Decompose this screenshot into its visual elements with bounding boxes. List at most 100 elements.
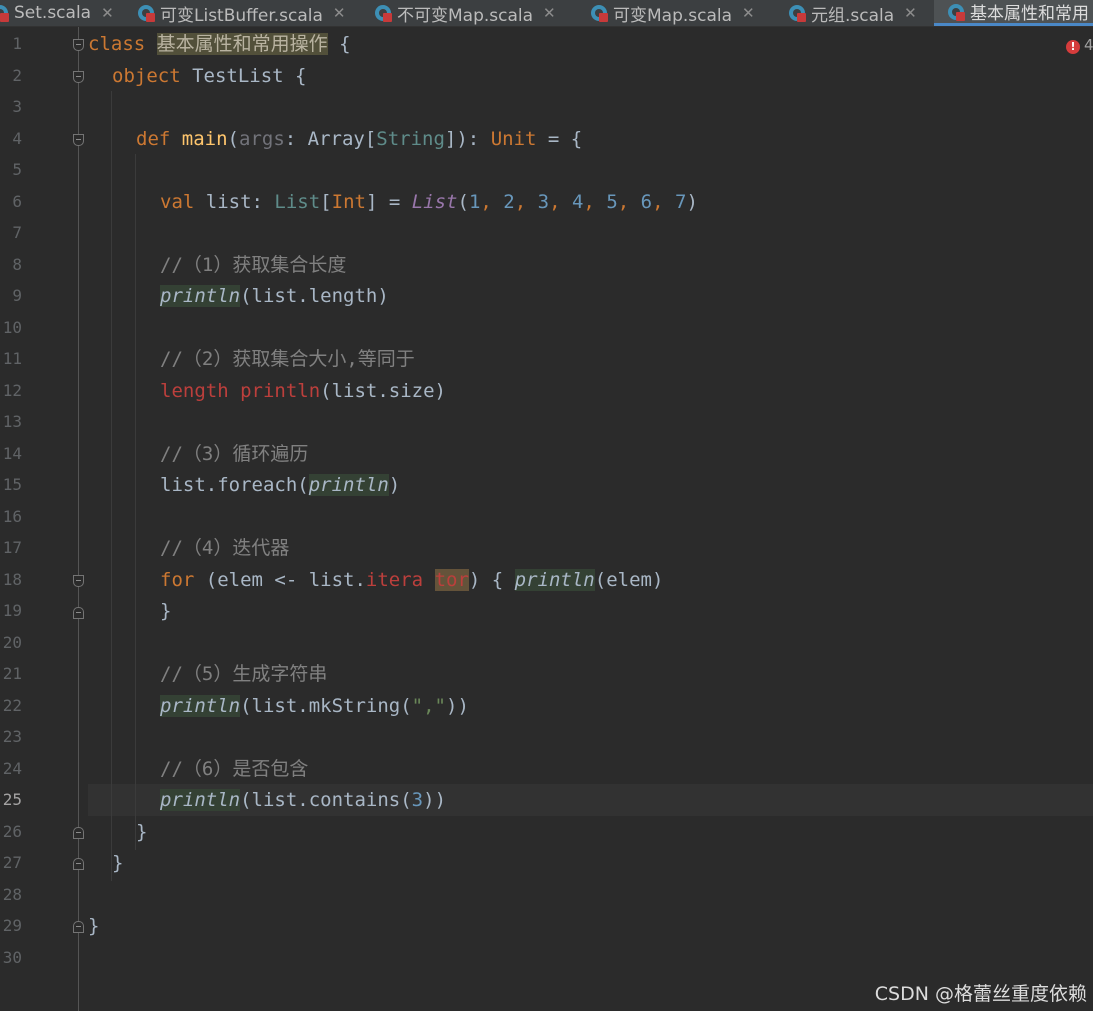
- line-number: 1: [12, 34, 22, 53]
- list-object: List: [411, 191, 458, 213]
- line-number: 3: [12, 97, 22, 116]
- close-icon[interactable]: ✕: [904, 4, 917, 22]
- code-line-4[interactable]: def main(args: Array[String]): Unit = {: [88, 123, 582, 155]
- code-line-9[interactable]: println(list.length): [88, 280, 389, 312]
- code-text: ,: [583, 191, 607, 213]
- line-number-gutter[interactable]: 1 2 3 4 5 6 7 8 9 10 11 12 13 14 15 16 1…: [0, 27, 84, 1011]
- closing-brace[interactable]: }: [88, 847, 123, 879]
- code-text: ,: [480, 191, 504, 213]
- fold-collapse-icon[interactable]: [73, 39, 84, 51]
- code-text: (list.mkString(: [240, 695, 412, 717]
- comment-line[interactable]: //（5）生成字符串: [88, 658, 327, 690]
- comment-line[interactable]: //（1）获取集合长度: [88, 249, 346, 281]
- code-line-25[interactable]: println(list.contains(3)): [88, 784, 446, 816]
- scala-file-icon: [948, 3, 966, 21]
- type: List: [274, 191, 321, 213]
- code-text: )): [446, 695, 469, 717]
- line-number: 11: [2, 349, 22, 368]
- line-number: 20: [2, 633, 22, 652]
- tab-set-scala[interactable]: Set.scala ✕: [0, 0, 130, 26]
- closing-brace[interactable]: }: [88, 816, 147, 848]
- code-line-22[interactable]: println(list.mkString(",")): [88, 690, 469, 722]
- closing-brace[interactable]: }: [88, 595, 171, 627]
- code-line-2[interactable]: object TestList {: [88, 60, 306, 92]
- fold-collapse-icon[interactable]: [73, 71, 84, 83]
- error-count[interactable]: 4: [1084, 36, 1093, 54]
- close-icon[interactable]: ✕: [333, 4, 346, 22]
- comment-line[interactable]: //（2）获取集合大小,等同于: [88, 343, 415, 375]
- line-number: 7: [12, 223, 22, 242]
- number: 5: [606, 191, 618, 213]
- close-icon[interactable]: ✕: [742, 4, 755, 22]
- number: 4: [571, 191, 584, 213]
- fold-collapse-icon[interactable]: [73, 575, 84, 587]
- type: Int: [331, 191, 366, 213]
- code-text: : Array[: [284, 128, 377, 150]
- number: 3: [411, 789, 424, 811]
- comment-line[interactable]: //（4）迭代器: [88, 532, 289, 564]
- line-number: 9: [12, 286, 22, 305]
- fold-end-icon[interactable]: [73, 827, 84, 839]
- println-call: println: [160, 285, 241, 307]
- scala-file-icon: [138, 4, 156, 22]
- line-number: 28: [2, 885, 22, 904]
- line-number: 10: [2, 318, 22, 337]
- tab-immutable-map-scala[interactable]: 不可变Map.scala ✕: [375, 0, 579, 26]
- code-text: ): [388, 474, 401, 496]
- line-number: 5: [12, 160, 22, 179]
- code-text: ] =: [365, 191, 412, 213]
- closing-brace[interactable]: }: [88, 910, 99, 942]
- close-icon[interactable]: ✕: [101, 4, 114, 22]
- code-text: (list.size): [320, 380, 447, 402]
- number: 7: [675, 191, 687, 213]
- code-text: ,: [617, 191, 641, 213]
- code-text: (list.length): [240, 285, 389, 307]
- line-number: 25: [2, 790, 22, 809]
- tab-basic-operations-active[interactable]: 基本属性和常用: [934, 0, 1093, 26]
- comment-line[interactable]: //（3）循环遍历: [88, 438, 308, 470]
- comment-line[interactable]: //（6）是否包含: [88, 753, 308, 785]
- code-line-6[interactable]: val list: List[Int] = List(1, 2, 3, 4, 5…: [88, 186, 698, 218]
- editor-tab-bar: Set.scala ✕ 可变ListBuffer.scala ✕ 不可变Map.…: [0, 0, 1093, 27]
- keyword: for: [160, 569, 195, 591]
- code-text: list:: [194, 191, 275, 213]
- code-text: ) {: [468, 569, 515, 591]
- fold-end-icon[interactable]: [73, 607, 84, 619]
- line-number: 26: [2, 822, 22, 841]
- code-text: (elem <- list.: [194, 569, 366, 591]
- code-line-1[interactable]: class 基本属性和常用操作 {: [88, 28, 351, 60]
- close-icon[interactable]: ✕: [543, 4, 556, 22]
- tab-mutable-map-scala[interactable]: 可变Map.scala ✕: [591, 0, 779, 26]
- code-editor[interactable]: ! 4 1 2 3 4 5 6 7 8 9 10 11 12 13 14 15 …: [0, 27, 1093, 1011]
- class-name: 基本属性和常用操作: [156, 33, 328, 55]
- line-number: 2: [12, 66, 22, 85]
- line-number: 23: [2, 727, 22, 746]
- code-text: (: [457, 191, 469, 213]
- line-number: 21: [2, 664, 22, 683]
- code-line-18[interactable]: for (elem <- list.itera tor) { println(e…: [88, 564, 663, 596]
- code-text: )): [423, 789, 447, 811]
- code-text: TestList {: [180, 65, 307, 87]
- tab-tuple-scala[interactable]: 元组.scala ✕: [789, 0, 934, 26]
- code-text: list.foreach(: [160, 474, 309, 496]
- line-number: 4: [12, 129, 22, 148]
- number: 3: [537, 191, 550, 213]
- error-icon[interactable]: !: [1066, 40, 1080, 54]
- tab-listbuffer-scala[interactable]: 可变ListBuffer.scala ✕: [138, 0, 364, 26]
- code-line-12[interactable]: length println(list.size): [88, 375, 446, 407]
- line-number: 27: [2, 853, 22, 872]
- fold-end-icon[interactable]: [73, 858, 84, 870]
- code-text: = {: [536, 128, 583, 150]
- code-line-15[interactable]: list.foreach(println): [88, 469, 400, 501]
- keyword: def: [136, 128, 171, 150]
- code-text: {: [327, 33, 351, 55]
- code-text: ,: [514, 191, 538, 213]
- line-number: 13: [2, 412, 22, 431]
- fold-collapse-icon[interactable]: [73, 134, 84, 146]
- code-text: ]):: [444, 128, 491, 150]
- keyword: object: [112, 65, 181, 87]
- code-text: ,: [652, 191, 675, 213]
- scala-file-icon: [375, 4, 393, 22]
- fold-end-icon[interactable]: [73, 921, 84, 933]
